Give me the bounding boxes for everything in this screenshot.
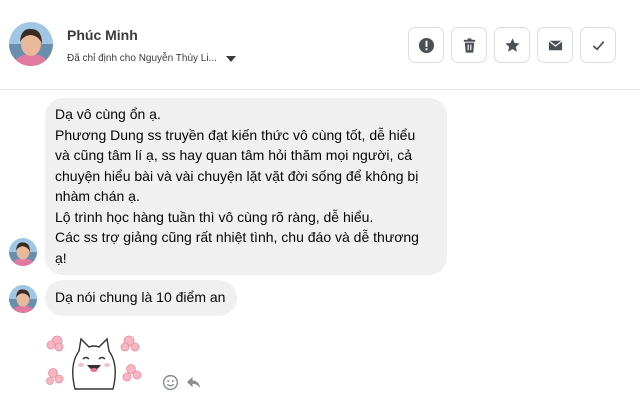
delete-button[interactable] xyxy=(451,27,487,63)
message-line: ạ! xyxy=(55,249,67,266)
message-bubble[interactable]: Dạ nói chung là 10 điểm an xyxy=(45,280,238,316)
contact-avatar[interactable] xyxy=(9,22,53,66)
trash-icon xyxy=(463,37,475,53)
mark-spam-button[interactable] xyxy=(408,27,444,63)
contact-name: Phúc Minh xyxy=(67,27,138,43)
alert-icon xyxy=(418,37,434,53)
assignee-label: Đã chỉ định cho Nguyễn Thùy Li... xyxy=(67,53,217,64)
message-line: Các ss trợ giảng cũng rất nhiệt tình, ch… xyxy=(55,229,419,245)
message-actions xyxy=(162,374,202,391)
check-icon xyxy=(592,40,604,50)
assignee-dropdown[interactable]: Đã chỉ định cho Nguyễn Thùy Li... xyxy=(67,53,236,64)
message-line: và cũng tâm lí ạ, ss hay quan tâm hỏi th… xyxy=(55,147,413,163)
message-line: chuyện hiểu bài và vài chuyện lặt vặt đờ… xyxy=(55,167,419,184)
smiley-icon[interactable] xyxy=(162,374,179,391)
reply-icon[interactable] xyxy=(185,374,202,391)
message-line: Dạ vô cùng ổn ạ. xyxy=(55,106,161,122)
message-line: Dạ nói chung là 10 điểm an xyxy=(55,289,226,305)
message-line: nhàm chán ạ. xyxy=(55,188,140,204)
mark-unread-button[interactable] xyxy=(537,27,573,63)
sender-avatar[interactable] xyxy=(9,285,37,313)
header-actions xyxy=(408,27,616,63)
star-button[interactable] xyxy=(494,27,530,63)
caret-down-icon[interactable] xyxy=(225,55,236,62)
conversation-header: Phúc Minh Đã chỉ định cho Nguyễn Thùy Li… xyxy=(0,0,640,90)
mark-done-button[interactable] xyxy=(580,27,616,63)
message-line: Lộ trình học hàng tuần thì vô cùng rõ rà… xyxy=(55,208,374,225)
sender-avatar[interactable] xyxy=(9,238,37,266)
star-icon xyxy=(504,37,520,52)
message-bubble[interactable]: Dạ vô cùng ổn ạ. Phương Dung ss truyền đ… xyxy=(45,98,447,275)
cat-sticker-icon[interactable] xyxy=(45,331,143,393)
message-line: Phương Dung ss truyền đạt kiến thức vô c… xyxy=(55,126,416,143)
mail-icon xyxy=(548,40,562,50)
message-thread[interactable]: Dạ vô cùng ổn ạ. Phương Dung ss truyền đ… xyxy=(0,91,640,401)
